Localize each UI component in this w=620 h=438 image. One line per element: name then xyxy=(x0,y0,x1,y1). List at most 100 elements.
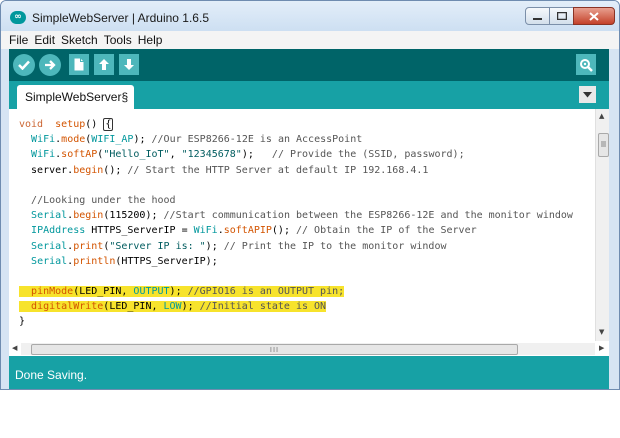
code-token: (LED_PIN, xyxy=(103,301,164,313)
window-controls xyxy=(525,7,615,27)
code-token: (115200); xyxy=(103,210,164,222)
code-token: Serial xyxy=(31,210,68,222)
code-token: print xyxy=(73,240,104,252)
code-token: //Our ESP8266-12E is an AccessPoint xyxy=(151,134,363,146)
code-token: } xyxy=(19,316,26,328)
code-token: WIFI_AP xyxy=(91,134,134,146)
arduino-logo-icon: ∞ xyxy=(10,11,26,24)
vertical-scrollbar[interactable]: ▲ ▼ xyxy=(595,109,609,341)
code-token: begin xyxy=(73,210,104,222)
upload-icon xyxy=(45,60,56,70)
code-token: // Start the HTTP Server at default IP 1… xyxy=(127,164,429,176)
code-line: IPAddress HTTPS_ServerIP = WiFi.softAPIP… xyxy=(9,223,599,238)
scroll-left-icon[interactable]: ◀ xyxy=(12,344,17,352)
serial-monitor-icon xyxy=(580,58,593,72)
code-token: (); xyxy=(103,164,128,176)
code-token: ); xyxy=(181,301,200,313)
code-token: WiFi xyxy=(31,134,56,146)
close-button[interactable] xyxy=(573,7,615,25)
verify-button[interactable] xyxy=(13,54,35,76)
menu-file[interactable]: File xyxy=(9,33,28,47)
tab-simplewebserver[interactable]: SimpleWebServer§ xyxy=(17,85,135,109)
code-text: } xyxy=(19,316,25,327)
menu-sketch[interactable]: Sketch xyxy=(61,33,98,47)
maximize-button[interactable] xyxy=(549,7,574,25)
code-area[interactable]: void setup() { WiFi.mode(WIFI_AP); //Our… xyxy=(9,117,599,330)
status-message: Done Saving. xyxy=(15,368,88,382)
close-icon xyxy=(589,11,599,21)
new-sketch-button[interactable] xyxy=(69,54,89,75)
code-token: println xyxy=(73,255,116,267)
horizontal-scroll-track[interactable]: III xyxy=(21,343,595,355)
code-token: "Server IP is: " xyxy=(109,240,206,252)
vertical-scroll-thumb[interactable] xyxy=(598,133,609,157)
code-editor[interactable]: void setup() { WiFi.mode(WIFI_AP); //Our… xyxy=(9,109,609,341)
serial-monitor-button[interactable] xyxy=(576,54,596,75)
scroll-down-icon[interactable]: ▼ xyxy=(599,328,604,336)
code-text: Serial.println(HTTPS_ServerIP); xyxy=(19,256,218,267)
code-text: WiFi.mode(WIFI_AP); //Our ESP8266-12E is… xyxy=(19,134,362,145)
code-token: pinMode xyxy=(31,286,74,298)
code-token: ); xyxy=(133,134,152,146)
code-line: //Looking under the hood xyxy=(9,193,599,208)
code-token: ); xyxy=(241,149,260,161)
code-line: server.begin(); // Start the HTTP Server… xyxy=(9,163,599,178)
code-token: , xyxy=(169,149,182,161)
menu-tools[interactable]: Tools xyxy=(104,33,132,47)
code-text: Serial.begin(115200); //Start communicat… xyxy=(19,210,573,221)
menu-edit[interactable]: Edit xyxy=(34,33,55,47)
code-token: (HTTPS_ServerIP); xyxy=(115,255,218,267)
code-token: Serial xyxy=(31,240,68,252)
horizontal-scroll-thumb[interactable]: III xyxy=(31,344,518,355)
save-icon xyxy=(124,59,134,70)
code-token: IPAddress xyxy=(31,225,86,237)
code-text: WiFi.softAP("Hello_IoT", "12345678"); //… xyxy=(19,149,465,160)
chevron-down-icon xyxy=(583,91,592,97)
code-token: //GPIO16 is an OUTPUT pin; xyxy=(187,286,345,298)
upload-button[interactable] xyxy=(39,54,61,76)
code-line: Serial.print("Server IP is: "); // Print… xyxy=(9,239,599,254)
code-token: digitalWrite xyxy=(31,301,104,313)
maximize-icon xyxy=(556,12,567,20)
code-line: Serial.begin(115200); //Start communicat… xyxy=(9,208,599,223)
open-sketch-button[interactable] xyxy=(94,54,114,75)
scroll-right-icon[interactable]: ▶ xyxy=(599,344,604,352)
scroll-up-icon[interactable]: ▲ xyxy=(599,112,604,120)
code-text: IPAddress HTTPS_ServerIP = WiFi.softAPIP… xyxy=(19,225,477,236)
code-line: } xyxy=(9,314,599,329)
toolbar xyxy=(9,49,609,81)
title-bar[interactable]: ∞ SimpleWebServer | Arduino 1.6.5 xyxy=(1,1,619,31)
code-token: // Provide the (SSID, password); xyxy=(259,149,465,161)
code-token: setup xyxy=(55,119,86,130)
highlighted-code: digitalWrite(LED_PIN, LOW); //Initial st… xyxy=(19,301,327,313)
code-token: softAPIP xyxy=(223,225,272,237)
code-token: WiFi xyxy=(193,225,218,237)
code-token: LOW xyxy=(163,301,182,313)
tab-menu-button[interactable] xyxy=(579,86,596,103)
code-line: WiFi.softAP("Hello_IoT", "12345678"); //… xyxy=(9,147,599,162)
code-token: () xyxy=(85,119,104,130)
code-text: server.begin(); // Start the HTTP Server… xyxy=(19,165,428,176)
verify-icon xyxy=(18,60,30,70)
minimize-button[interactable] xyxy=(525,7,550,25)
code-token: (LED_PIN, xyxy=(73,286,134,298)
code-token: //Initial state is ON xyxy=(199,301,327,313)
menu-help[interactable]: Help xyxy=(138,33,163,47)
code-token: ); xyxy=(205,240,224,252)
window-title: SimpleWebServer | Arduino 1.6.5 xyxy=(32,11,209,25)
code-token: "Hello_IoT" xyxy=(103,149,170,161)
horizontal-scrollbar[interactable]: ◀ III ▶ xyxy=(9,341,609,356)
code-line: Serial.println(HTTPS_ServerIP); xyxy=(9,254,599,269)
save-sketch-button[interactable] xyxy=(119,54,139,75)
code-token: WiFi xyxy=(31,149,56,161)
code-token: // Print the IP to the monitor window xyxy=(223,240,447,252)
